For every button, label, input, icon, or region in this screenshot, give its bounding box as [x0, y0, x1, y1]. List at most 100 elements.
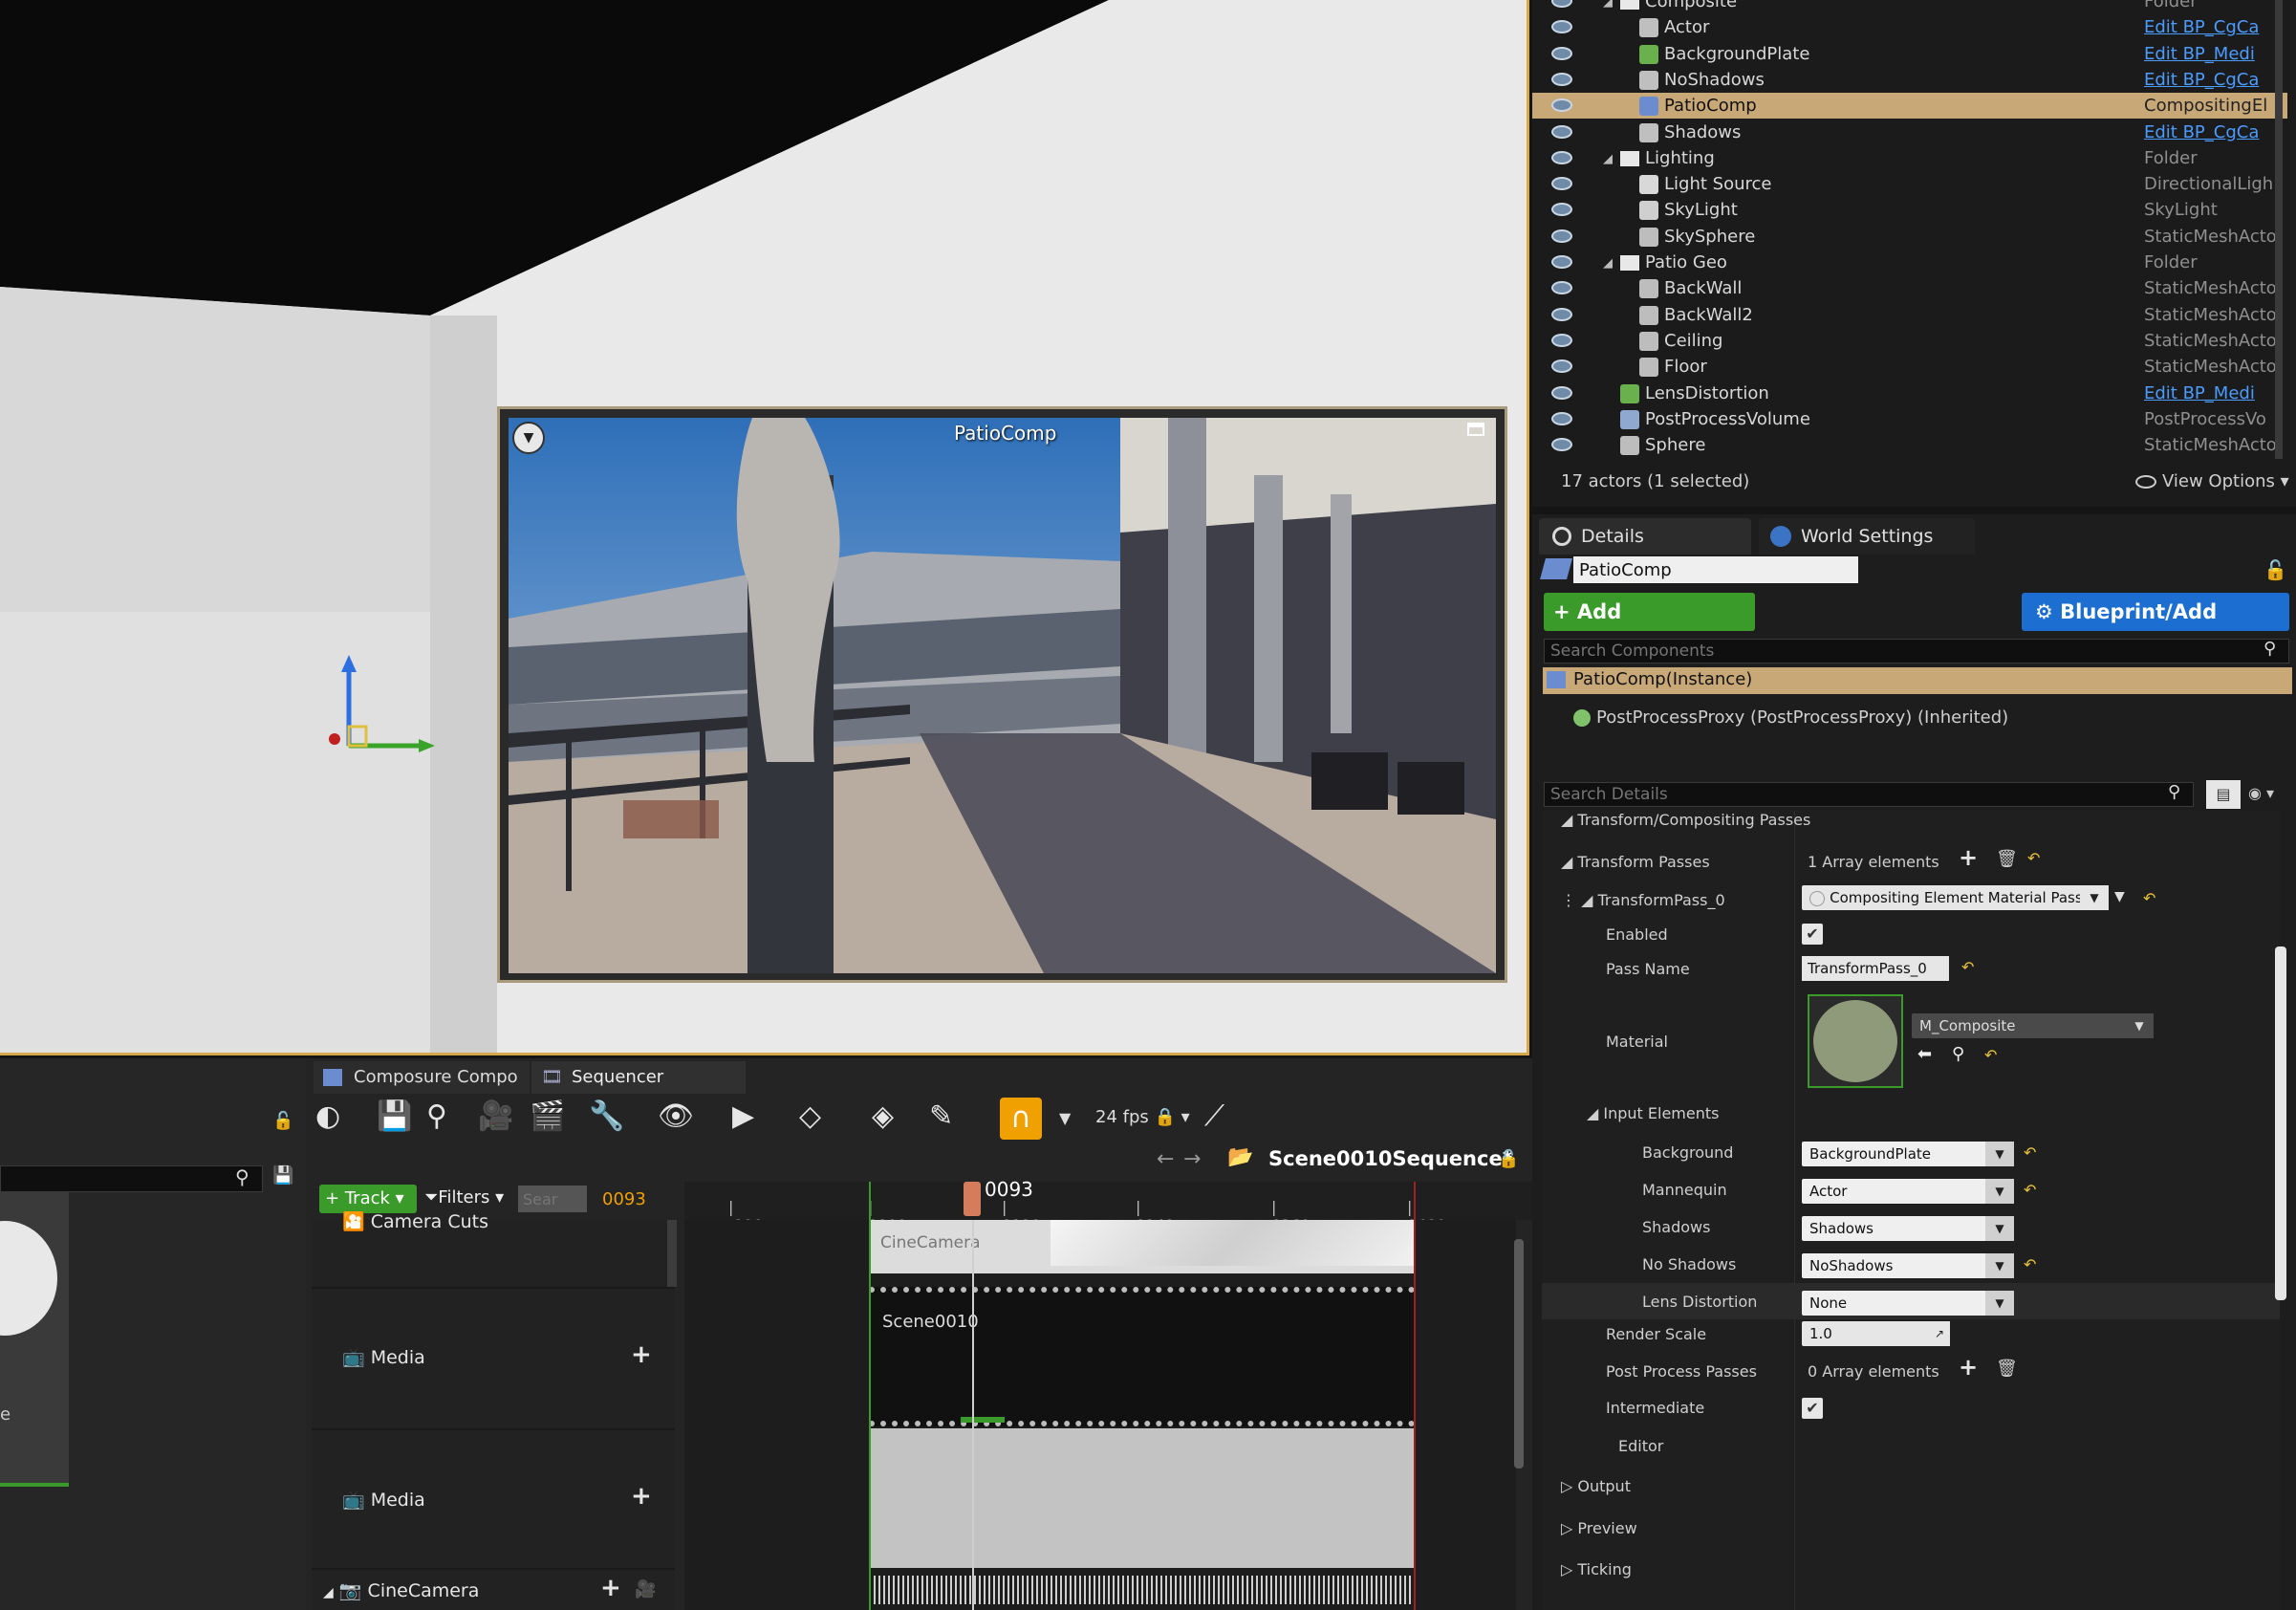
track-search-input[interactable] — [518, 1186, 587, 1212]
save-sequence-icon[interactable]: 💾 — [377, 1099, 412, 1133]
outliner-row[interactable]: ◢ Composite Folder — [1532, 0, 2287, 14]
browse-icon[interactable]: ⚲ — [1952, 1044, 1964, 1064]
transform-pass-0-row[interactable]: ⋮ ◢ TransformPass_0 — [1561, 891, 1725, 909]
add-component-button[interactable]: + Add Component ▾ — [1544, 593, 1755, 662]
use-selected-icon[interactable]: ⬅ — [1917, 1044, 1932, 1064]
array-menu-icon[interactable]: ▼ — [2114, 889, 2125, 904]
outliner-row[interactable]: Light Source DirectionalLigh — [1532, 171, 2287, 197]
outliner-row[interactable]: SkySphere StaticMeshActo — [1532, 224, 2287, 250]
eye-icon[interactable] — [1551, 0, 1572, 8]
input-element-combo[interactable]: None ▼ — [1802, 1291, 2014, 1316]
pass-name-field[interactable] — [1802, 956, 1949, 981]
category-header[interactable]: ◢ Transform/Compositing Passes — [1561, 811, 1810, 829]
camera-lock-icon[interactable]: 🎥 — [635, 1579, 656, 1599]
key-icon[interactable]: ◇ — [799, 1099, 821, 1133]
expand-triangle-icon[interactable]: ◢ — [1603, 250, 1613, 276]
section-header-output[interactable]: ▷ Output — [1561, 1477, 1631, 1495]
tab-world-settings[interactable]: World Settings — [1759, 518, 1975, 555]
trash-icon[interactable]: 🗑 — [1996, 1359, 2018, 1379]
composure-search-input[interactable] — [0, 1165, 263, 1192]
visibility-filter-icon[interactable]: ◉ ▾ — [2248, 784, 2274, 802]
edit-blueprint-link[interactable]: Edit BP_CgCa — [2144, 14, 2287, 40]
snap-options-icon[interactable]: ▼ — [1059, 1109, 1071, 1127]
eye-icon[interactable] — [1551, 255, 1572, 269]
curve-editor-icon[interactable]: ⟋ — [1204, 1099, 1224, 1133]
edit-blueprint-link[interactable]: Edit BP_Medi — [2144, 381, 2287, 406]
details-scrollbar[interactable] — [2275, 946, 2286, 1300]
reset-default-icon[interactable]: ↶ — [2143, 889, 2155, 907]
folder-icon[interactable]: 📂 — [1227, 1145, 1253, 1169]
input-element-combo[interactable]: Shadows ▼ — [1802, 1216, 2014, 1241]
add-media-button[interactable]: + — [631, 1482, 652, 1511]
component-row-postprocessproxy[interactable]: PostProcessProxy (PostProcessProxy) (Inh… — [1543, 706, 2292, 732]
current-frame-field[interactable]: 0093 — [602, 1189, 646, 1209]
edit-blueprint-link[interactable]: Edit BP_CgCa — [2144, 67, 2287, 93]
outliner-row[interactable]: ◢ Patio Geo Folder — [1532, 250, 2287, 275]
tab-sequencer[interactable]: 🎞 Sequencer — [531, 1061, 746, 1094]
material-thumbnail[interactable] — [1808, 994, 1903, 1088]
edit-blueprint-link[interactable]: Edit BP_CgCa — [2144, 120, 2287, 145]
level-viewport[interactable]: PatioComp ▼ — [0, 0, 1529, 1055]
play-icon[interactable]: ▶ — [732, 1099, 754, 1133]
section-scene0010[interactable]: Scene0010 — [869, 1287, 1415, 1426]
lock-icon[interactable]: 🔓 — [272, 1111, 293, 1131]
outliner-row[interactable]: PostProcessVolume PostProcessVo — [1532, 406, 2287, 432]
eye-icon[interactable] — [1551, 150, 1572, 164]
eye-icon[interactable] — [1551, 203, 1572, 217]
eye-icon[interactable] — [1551, 20, 1572, 34]
render-movie-icon[interactable]: 🎬 — [530, 1099, 565, 1133]
element-thumbnail[interactable] — [0, 1192, 69, 1487]
eye-icon[interactable] — [1551, 385, 1572, 400]
reset-default-icon[interactable]: ↶ — [2024, 1143, 2036, 1162]
section-header-ticking[interactable]: ▷ Ticking — [1561, 1560, 1632, 1578]
track-media-2[interactable]: 📺 Media — [315, 1489, 679, 1511]
outliner-row[interactable]: BackWall2 StaticMeshActo — [1532, 302, 2287, 328]
track-camera-cuts[interactable]: 🎦 Camera Cuts — [315, 1210, 679, 1232]
find-icon[interactable]: ⚲ — [426, 1099, 447, 1133]
track-media-1[interactable]: 📺 Media — [315, 1346, 679, 1368]
material-combo[interactable]: M_Composite ▼ — [1912, 1013, 2154, 1038]
section-cinecamera-keys[interactable] — [869, 1576, 1415, 1604]
view-options-button[interactable]: View Options ▾ — [2162, 471, 2289, 491]
add-track-element-button[interactable]: + — [600, 1574, 621, 1602]
eye-icon[interactable] — [1551, 281, 1572, 295]
component-row-instance[interactable]: PatioComp(Instance) — [1543, 667, 2292, 694]
eye-icon[interactable] — [1551, 438, 1572, 452]
tab-details[interactable]: Details — [1539, 518, 1751, 555]
outliner-row[interactable]: BackgroundPlate Edit BP_Medi — [1532, 41, 2287, 67]
outliner-scrollbar[interactable] — [2275, 0, 2283, 459]
section-cinecamera[interactable]: CineCamera — [869, 1220, 1415, 1273]
outliner-row[interactable]: Floor StaticMeshActo — [1532, 354, 2287, 380]
input-element-combo[interactable]: BackgroundPlate ▼ — [1802, 1142, 2014, 1166]
section-header-preview[interactable]: ▷ Preview — [1561, 1519, 1637, 1537]
edit-blueprint-link[interactable]: Edit BP_Medi — [2144, 41, 2287, 67]
render-scale-field[interactable]: 1.0 ↗ — [1802, 1321, 1950, 1346]
add-array-element-button[interactable]: + — [1959, 1354, 1978, 1381]
transform-passes-row[interactable]: ◢ Transform Passes — [1561, 853, 1710, 871]
edit-icon[interactable]: ✎ — [929, 1099, 953, 1133]
search-components-input[interactable] — [1544, 639, 2289, 664]
search-details-input[interactable] — [1544, 782, 2194, 807]
reset-default-icon[interactable]: ↶ — [1984, 1046, 1997, 1064]
camera-icon[interactable]: 🎥 — [478, 1099, 513, 1133]
time-ruler[interactable] — [684, 1182, 1532, 1220]
outliner-row[interactable]: BackWall StaticMeshActo — [1532, 275, 2287, 301]
world-icon[interactable]: ◐ — [315, 1099, 340, 1133]
settings-icon[interactable]: 🔧 — [589, 1099, 624, 1133]
tab-composure[interactable]: Composure Compo — [314, 1061, 530, 1094]
outliner-row[interactable]: Ceiling StaticMeshActo — [1532, 328, 2287, 354]
outliner-row[interactable]: SkyLight SkyLight — [1532, 197, 2287, 223]
autokey-icon[interactable]: ◈ — [872, 1099, 894, 1133]
save-icon[interactable]: 💾 — [272, 1165, 293, 1186]
column-divider[interactable] — [1794, 811, 1795, 1610]
section-media-2[interactable] — [869, 1428, 1415, 1568]
trash-icon[interactable]: 🗑 — [1996, 849, 2018, 869]
eye-icon[interactable] — [1551, 124, 1572, 139]
transform-pass-class-combo[interactable]: Compositing Element Material Pass ▼ — [1802, 885, 2109, 910]
eye-icon[interactable] — [1551, 228, 1572, 243]
outliner-row[interactable]: NoShadows Edit BP_CgCa — [1532, 67, 2287, 93]
eye-icon[interactable] — [1551, 411, 1572, 425]
outliner-row[interactable]: Actor Edit BP_CgCa — [1532, 14, 2287, 40]
track-cinecamera[interactable]: ◢ 📷 CineCamera — [315, 1579, 679, 1601]
fps-selector[interactable]: 24 fps 🔒 ▾ — [1095, 1107, 1190, 1127]
